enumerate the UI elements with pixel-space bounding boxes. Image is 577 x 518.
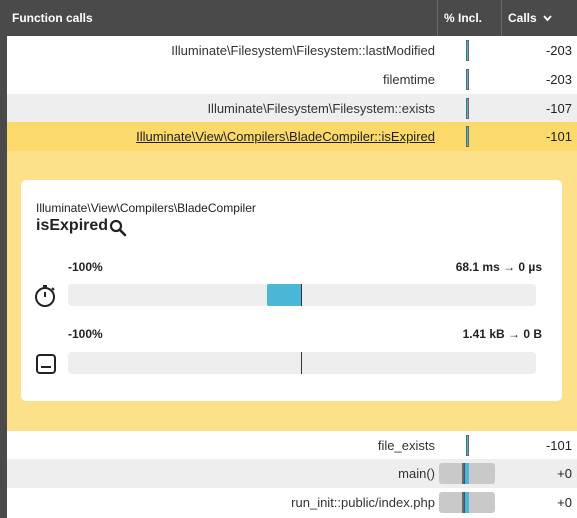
function-detail-card: Illuminate\View\Compilers\BladeCompiler … <box>21 180 562 401</box>
column-header-calls[interactable]: Calls <box>508 0 552 36</box>
profiler-panel: Function calls % Incl. Calls Illuminate\… <box>0 0 577 518</box>
function-name-link[interactable]: Illuminate\View\Compilers\BladeCompiler:… <box>136 122 435 151</box>
function-name: run_init::public/index.php <box>291 495 435 510</box>
inclusive-bar <box>466 40 469 61</box>
table-row-selected[interactable]: Illuminate\View\Compilers\BladeCompiler:… <box>7 122 577 151</box>
table-row[interactable]: run_init::public/index.php +0 <box>7 488 577 517</box>
memory-percent-change: -100% <box>68 327 103 341</box>
table-row[interactable]: Illuminate\Filesystem\Filesystem::lastMo… <box>7 36 577 65</box>
inclusive-bar <box>466 69 469 90</box>
column-header-function-calls[interactable]: Function calls <box>12 0 93 36</box>
function-name: filemtime <box>382 72 435 87</box>
inclusive-bar <box>466 98 469 119</box>
calls-delta: +0 <box>557 466 572 481</box>
memory-value-change: 1.41 kB → 0 B <box>462 327 542 341</box>
calls-delta: -101 <box>545 438 572 453</box>
inclusive-bar <box>439 492 495 513</box>
inclusive-bar <box>466 435 469 456</box>
stopwatch-icon <box>35 285 55 307</box>
memory-change-bar <box>68 352 536 374</box>
time-percent-change: -100% <box>68 260 103 274</box>
function-name: file_exists <box>377 438 435 453</box>
function-detail-panel: Illuminate\View\Compilers\BladeCompiler … <box>7 151 577 431</box>
table-row[interactable]: file_exists -101 <box>7 431 577 460</box>
function-name: Illuminate\Filesystem\Filesystem::exists <box>207 101 435 116</box>
calls-delta: -101 <box>545 129 572 144</box>
inclusive-bar-fill <box>464 463 469 484</box>
column-header-calls-label: Calls <box>508 11 537 25</box>
calls-delta: -203 <box>545 43 572 58</box>
time-change-bar <box>68 284 536 306</box>
function-namespace: Illuminate\View\Compilers\BladeCompiler <box>36 201 256 215</box>
function-title: isExpired <box>36 217 109 234</box>
table-header: Function calls % Incl. Calls <box>7 0 577 36</box>
table-row[interactable]: Illuminate\Filesystem\Filesystem::exists… <box>7 94 577 123</box>
calls-delta: -107 <box>545 101 572 116</box>
table-row[interactable]: filemtime -203 <box>7 65 577 94</box>
inclusive-bar <box>466 126 469 147</box>
search-icon[interactable] <box>109 219 127 237</box>
baseline-marker <box>301 284 302 306</box>
time-value-change: 68.1 ms → 0 µs <box>455 260 542 274</box>
column-header-percent-inclusive[interactable]: % Incl. <box>444 0 482 36</box>
inclusive-bar <box>439 463 495 484</box>
calls-delta: +0 <box>557 495 572 510</box>
baseline-marker <box>301 352 302 374</box>
chevron-down-icon <box>543 15 552 22</box>
memory-icon <box>36 354 56 374</box>
inclusive-bar-fill <box>464 492 469 513</box>
function-name: Illuminate\Filesystem\Filesystem::lastMo… <box>171 43 435 58</box>
time-change-fill <box>267 284 302 306</box>
column-divider <box>501 0 502 36</box>
function-name: main() <box>398 466 435 481</box>
column-divider <box>437 0 438 36</box>
calls-delta: -203 <box>545 72 572 87</box>
table-row[interactable]: main() +0 <box>7 459 577 488</box>
